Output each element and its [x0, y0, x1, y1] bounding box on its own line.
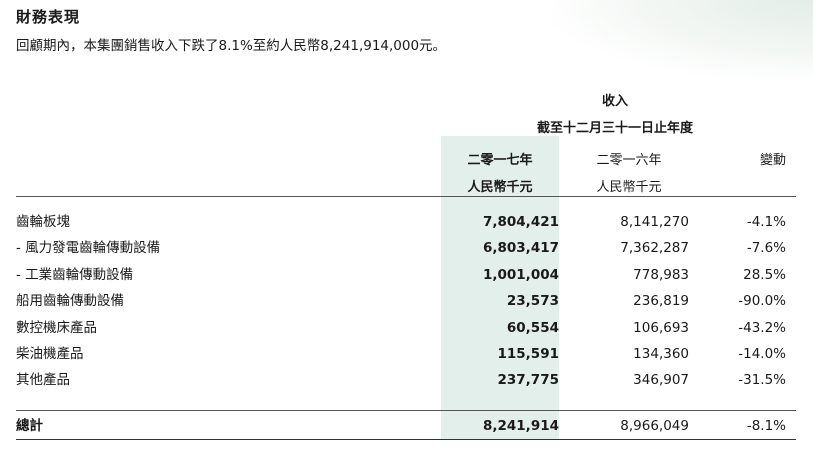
row-value-2017: 237,775	[497, 372, 560, 389]
row-change: -14.0%	[738, 345, 786, 362]
row-label: - 風力發電齒輪傳動設備	[16, 240, 161, 257]
row-value-2017: 6,803,417	[482, 240, 559, 257]
table-row: 齒輪板塊 7,804,421 8,141,270 -4.1%	[16, 212, 796, 238]
page-title: 財務表現	[16, 8, 81, 26]
row-value-2017: 115,591	[497, 345, 560, 362]
row-value-2017: 23,573	[506, 293, 559, 310]
total-row: 總計 8,241,914 8,966,049 -8.1%	[16, 416, 796, 436]
header-period: 截至十二月三十一日止年度	[536, 121, 693, 136]
row-change: -31.5%	[738, 372, 786, 389]
row-change: -7.6%	[746, 240, 786, 257]
total-divider	[16, 410, 796, 411]
header-divider	[16, 196, 796, 197]
row-value-2016: 7,362,287	[620, 240, 689, 257]
row-value-2016: 8,141,270	[620, 214, 689, 230]
row-label: 船用齒輪傳動設備	[16, 293, 124, 310]
row-value-2017: 60,554	[506, 319, 559, 336]
row-label: 齒輪板塊	[16, 214, 70, 230]
total-label: 總計	[16, 418, 43, 434]
row-value-2017: 7,804,421	[482, 214, 559, 230]
row-value-2016: 236,819	[633, 293, 689, 310]
row-value-2016: 106,693	[633, 319, 689, 336]
total-value-2016: 8,966,049	[620, 418, 689, 434]
total-change: -8.1%	[746, 418, 786, 434]
row-value-2016: 134,360	[633, 345, 689, 362]
row-label: 其他產品	[16, 372, 70, 389]
intro-text: 回顧期內，本集團銷售收入下跌了8.1%至約人民幣8,241,914,000元。	[16, 38, 447, 54]
row-change: -4.1%	[746, 214, 786, 230]
table-bottom-rule	[16, 439, 796, 440]
table-row: - 工業齒輪傳動設備 1,001,004 778,983 28.5%	[16, 265, 796, 291]
total-value-2017: 8,241,914	[482, 418, 559, 434]
row-change: -90.0%	[738, 293, 786, 310]
row-label: 柴油機產品	[16, 345, 84, 362]
row-value-2016: 778,983	[633, 266, 689, 283]
row-value-2016: 346,907	[633, 372, 689, 389]
header-2017-unit: 人民幣千元	[467, 180, 533, 195]
revenue-table-body: 齒輪板塊 7,804,421 8,141,270 -4.1% - 風力發電齒輪傳…	[16, 212, 796, 397]
header-change: 變動	[759, 153, 786, 168]
table-row: 船用齒輪傳動設備 23,573 236,819 -90.0%	[16, 291, 796, 317]
table-row: 柴油機產品 115,591 134,360 -14.0%	[16, 344, 796, 370]
decorative-corner	[553, 0, 813, 80]
header-2016-year: 二零一六年	[596, 153, 662, 168]
header-revenue: 收入	[601, 94, 628, 109]
table-row: 其他產品 237,775 346,907 -31.5%	[16, 370, 796, 396]
header-2016-unit: 人民幣千元	[596, 180, 662, 195]
row-value-2017: 1,001,004	[482, 266, 559, 283]
table-row: - 風力發電齒輪傳動設備 6,803,417 7,362,287 -7.6%	[16, 238, 796, 264]
header-2017-year: 二零一七年	[467, 153, 533, 168]
table-row: 數控機床產品 60,554 106,693 -43.2%	[16, 318, 796, 344]
row-label: 數控機床產品	[16, 319, 97, 336]
row-label: - 工業齒輪傳動設備	[16, 266, 134, 283]
row-change: -43.2%	[738, 319, 786, 336]
row-change: 28.5%	[743, 266, 786, 283]
